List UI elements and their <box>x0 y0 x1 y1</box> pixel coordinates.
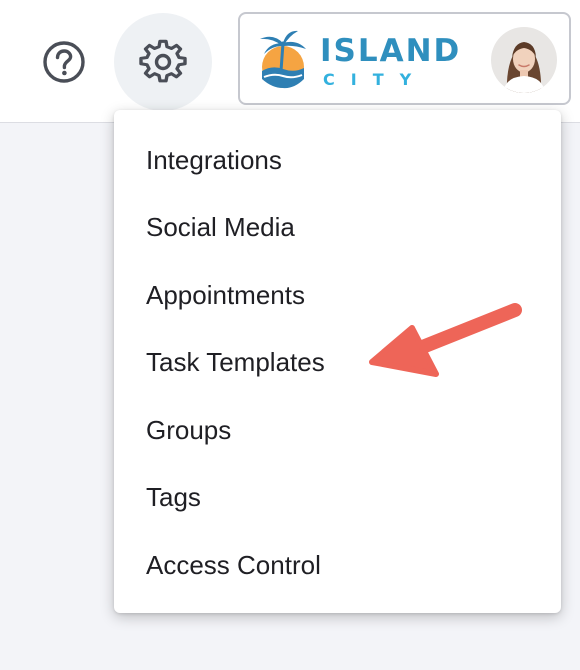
help-circle-icon <box>43 41 85 83</box>
brand-name: ISLAND <box>320 33 462 69</box>
account-switcher[interactable]: ISLAND CITY <box>238 12 571 105</box>
menu-item-integrations[interactable]: Integrations <box>114 130 561 190</box>
menu-item-tags[interactable]: Tags <box>114 468 561 528</box>
menu-item-social-media[interactable]: Social Media <box>114 198 561 258</box>
user-avatar[interactable] <box>491 27 557 93</box>
menu-item-groups[interactable]: Groups <box>114 400 561 460</box>
gear-icon <box>139 39 187 83</box>
settings-button[interactable] <box>114 13 212 111</box>
avatar-icon <box>491 27 557 93</box>
top-bar: ISLAND CITY <box>0 0 580 123</box>
menu-item-task-templates[interactable]: Task Templates <box>114 333 561 393</box>
island-palm-logo-icon <box>260 30 306 89</box>
help-button[interactable] <box>36 34 92 90</box>
menu-item-appointments[interactable]: Appointments <box>114 265 561 325</box>
settings-dropdown-menu: Integrations Social Media Appointments T… <box>114 110 561 613</box>
brand-subname: CITY <box>323 70 428 89</box>
menu-item-access-control[interactable]: Access Control <box>114 535 561 595</box>
